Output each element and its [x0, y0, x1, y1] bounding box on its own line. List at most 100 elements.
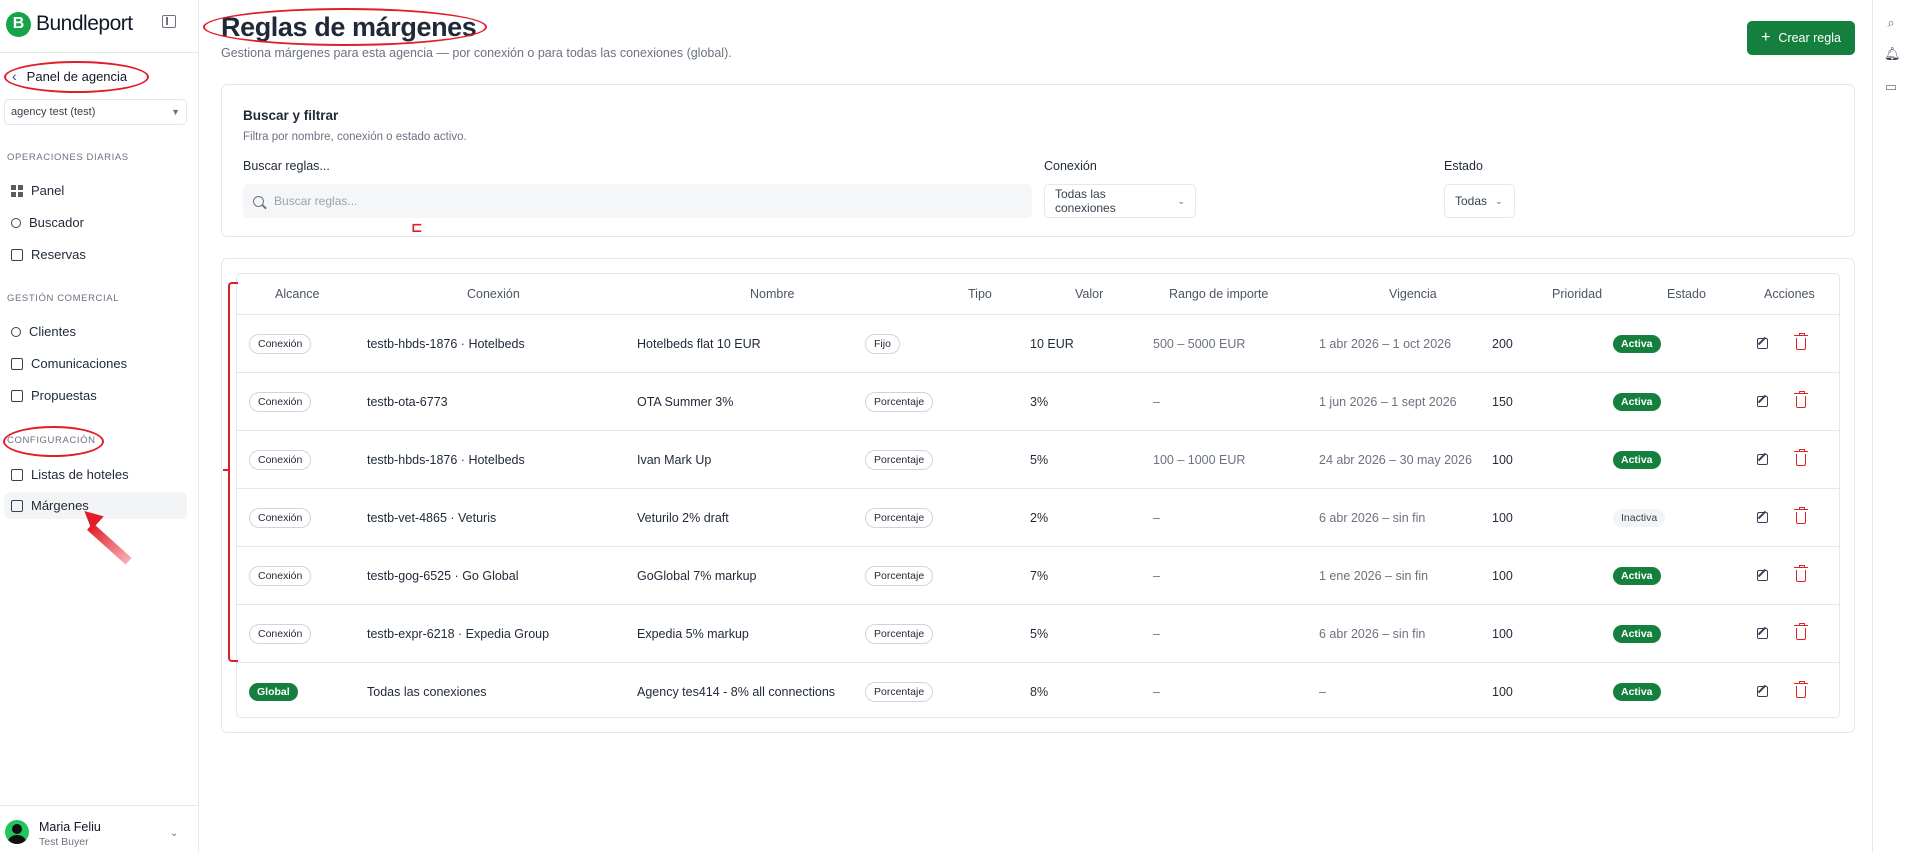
sidebar-item-label: Buscador — [29, 215, 84, 230]
scope-badge: Global — [249, 682, 298, 701]
sidebar-item-listas-hoteles[interactable]: Listas de hoteles — [4, 461, 187, 488]
column-header-conexion: Conexión — [467, 287, 520, 301]
bell-icon[interactable]: 🔔︎ — [1884, 46, 1901, 61]
create-rule-button[interactable]: + Crear regla — [1747, 21, 1855, 55]
search-label: Buscar reglas... — [243, 159, 330, 173]
column-header-alcance: Alcance — [275, 287, 320, 301]
trash-icon[interactable] — [1794, 448, 1808, 466]
edit-action[interactable] — [1757, 315, 1768, 372]
scope-badge-cell: Conexión — [249, 315, 312, 372]
chevron-down-icon: ⌄ — [170, 828, 179, 839]
page-subtitle: Gestiona márgenes para esta agencia — po… — [221, 46, 732, 60]
rule-name-cell: GoGlobal 7% markup — [637, 568, 757, 583]
type-badge: Porcentaje — [865, 391, 934, 412]
sidebar-item-label: Propuestas — [31, 388, 97, 403]
trash-icon[interactable] — [1794, 680, 1808, 698]
sidebar-item-margenes[interactable]: Márgenes — [4, 492, 187, 519]
priority-cell: 100 — [1492, 510, 1513, 525]
rule-name-cell: Expedia 5% markup — [637, 626, 749, 641]
status-badge-cell: Activa — [1613, 663, 1661, 717]
edit-icon[interactable] — [1757, 454, 1768, 465]
chevron-down-icon: ⌄ — [1495, 195, 1503, 206]
bookmark-icon — [11, 468, 23, 481]
search-icon[interactable]: ⌕ — [1884, 15, 1898, 30]
priority-cell: 200 — [1492, 336, 1513, 351]
delete-action[interactable] — [1794, 373, 1808, 430]
sidebar-item-label: Márgenes — [31, 498, 89, 513]
status-badge: Activa — [1613, 450, 1661, 469]
delete-action[interactable] — [1794, 315, 1808, 372]
edit-action[interactable] — [1757, 547, 1768, 604]
status-badge: Activa — [1613, 624, 1661, 643]
connection-select[interactable]: Todas las conexiones ⌄ — [1044, 184, 1196, 218]
edit-action[interactable] — [1757, 605, 1768, 662]
sidebar-item-panel[interactable]: Panel — [4, 177, 187, 204]
edit-action[interactable] — [1757, 431, 1768, 488]
rule-name-cell: Agency tes414 - 8% all connections — [637, 684, 836, 699]
validity-cell: 1 abr 2026 – 1 oct 2026 — [1319, 336, 1452, 351]
value-cell: 10 EUR — [1030, 336, 1074, 351]
sidebar-item-clientes[interactable]: Clientes — [4, 318, 187, 345]
delete-action[interactable] — [1794, 431, 1808, 488]
sidebar-item-buscador[interactable]: Buscador — [4, 209, 187, 236]
delete-action[interactable] — [1794, 489, 1808, 546]
delete-action[interactable] — [1794, 547, 1808, 604]
brand[interactable]: B Bundleport — [6, 10, 133, 38]
priority-cell: 100 — [1492, 568, 1513, 583]
edit-icon[interactable] — [1757, 628, 1768, 639]
priority-cell: 100 — [1492, 626, 1513, 641]
status-badge-cell: Activa — [1613, 431, 1661, 488]
delete-action[interactable] — [1794, 663, 1808, 717]
scope-badge: Conexión — [249, 623, 312, 644]
edit-action[interactable] — [1757, 663, 1768, 717]
sidebar-collapse-icon[interactable] — [162, 15, 176, 28]
type-badge: Fijo — [865, 333, 900, 354]
sidebar-item-label: Comunicaciones — [31, 356, 128, 371]
sidebar-item-reservas[interactable]: Reservas — [4, 241, 187, 268]
agency-select[interactable]: agency test (test) ▼ — [4, 99, 187, 125]
page-title: Reglas de márgenes — [221, 12, 477, 42]
status-label: Estado — [1444, 159, 1483, 173]
column-header-acciones: Acciones — [1764, 287, 1815, 301]
back-to-agency-panel-link[interactable]: ‹ Panel de agencia — [12, 68, 127, 84]
status-badge-cell: Activa — [1613, 605, 1661, 662]
trash-icon[interactable] — [1794, 506, 1808, 524]
edit-icon[interactable] — [1757, 396, 1768, 407]
search-field[interactable] — [243, 184, 1032, 218]
scope-badge: Conexión — [249, 507, 312, 528]
users-icon — [11, 326, 21, 337]
status-badge-cell: Inactiva — [1613, 489, 1666, 546]
trash-icon[interactable] — [1794, 622, 1808, 640]
chat-icon[interactable]: ▭ — [1884, 79, 1898, 94]
brand-name: Bundleport — [36, 12, 133, 35]
status-select[interactable]: Todas ⌄ — [1444, 184, 1515, 218]
edit-action[interactable] — [1757, 489, 1768, 546]
priority-cell: 150 — [1492, 394, 1513, 409]
table-row: Global Todas las conexiones Agency tes414 … — [237, 663, 1839, 717]
sidebar-item-propuestas[interactable]: Propuestas — [4, 382, 187, 409]
edit-icon[interactable] — [1757, 686, 1768, 697]
edit-icon[interactable] — [1757, 570, 1768, 581]
edit-action[interactable] — [1757, 373, 1768, 430]
trash-icon[interactable] — [1794, 564, 1808, 582]
filter-card: Buscar y filtrar Filtra por nombre, cone… — [221, 84, 1855, 237]
connection-cell: testb-hbds-1876 · Hotelbeds — [367, 452, 525, 467]
sidebar-item-comunicaciones[interactable]: Comunicaciones — [4, 350, 187, 377]
edit-icon[interactable] — [1757, 338, 1768, 349]
delete-action[interactable] — [1794, 605, 1808, 662]
user-menu[interactable]: Maria Feliu Test Buyer ⌄ — [0, 805, 199, 852]
scope-badge: Conexión — [249, 333, 312, 354]
trash-icon[interactable] — [1794, 390, 1808, 408]
priority-cell: 100 — [1492, 684, 1513, 699]
status-badge: Inactiva — [1613, 508, 1666, 527]
connection-cell: testb-ota-6773 — [367, 394, 448, 409]
trash-icon[interactable] — [1794, 332, 1808, 350]
status-select-value: Todas — [1455, 194, 1488, 208]
sidebar-item-label: Panel — [31, 183, 65, 198]
search-input[interactable] — [274, 194, 974, 208]
brand-logo-icon: B — [6, 11, 31, 37]
edit-icon[interactable] — [1757, 512, 1768, 523]
table-row: Conexión testb-expr-6218 · Expedia Group E… — [237, 605, 1839, 663]
type-badge: Porcentaje — [865, 623, 934, 644]
message-icon — [11, 357, 23, 370]
